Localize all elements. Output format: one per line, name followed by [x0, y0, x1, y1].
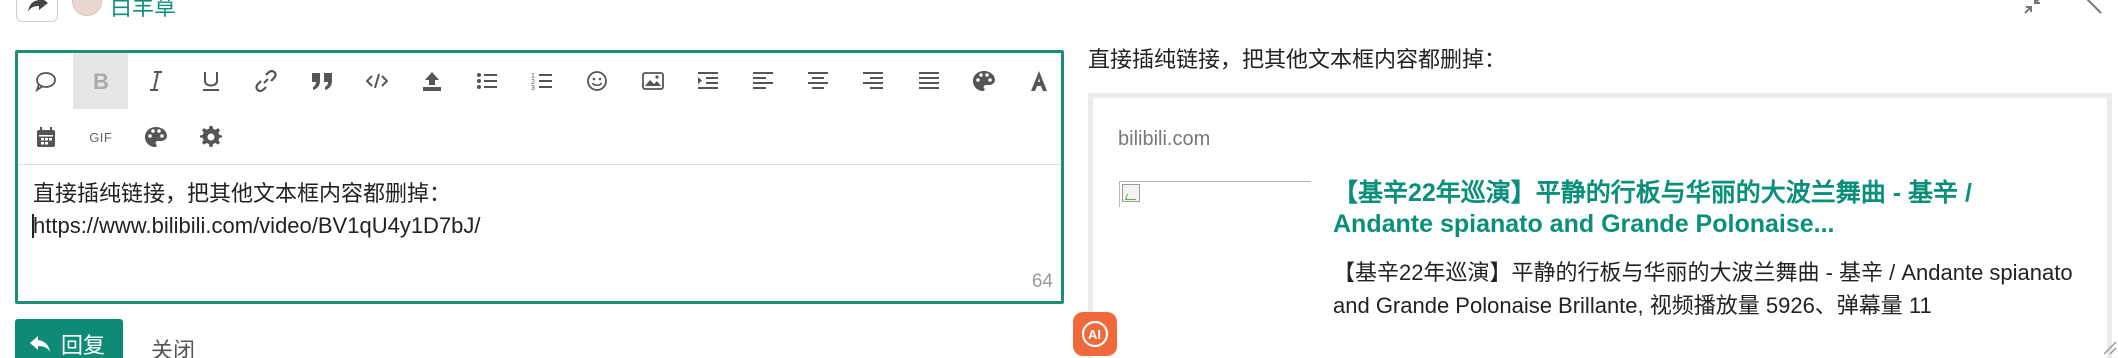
composer-header: 白羊草: [0, 0, 2118, 22]
collapse-icon[interactable]: [2022, 0, 2044, 16]
indent-icon: [697, 72, 718, 89]
theme-color-button[interactable]: [128, 109, 183, 165]
align-left-icon: [753, 72, 774, 89]
emoji-button[interactable]: [570, 53, 625, 109]
link-button[interactable]: [239, 53, 294, 109]
svg-text:AI: AI: [1088, 327, 1101, 342]
editor-toolbar: B 123 GIF: [18, 53, 1061, 165]
color-button[interactable]: [956, 53, 1011, 109]
character-count: 64: [1031, 271, 1053, 292]
italic-icon: [149, 71, 162, 91]
chat-bubble-icon: [34, 72, 56, 92]
align-right-icon: [863, 72, 884, 89]
svg-text:3: 3: [531, 85, 535, 91]
date-button[interactable]: [18, 109, 73, 165]
editor-textarea[interactable]: 直接插纯链接，把其他文本框内容都删掉： https://www.bilibili…: [32, 178, 1046, 242]
reply-button[interactable]: 回复: [15, 319, 123, 358]
bold-icon: B: [93, 70, 109, 92]
palette-icon: [972, 71, 995, 91]
broken-image-icon: [1122, 184, 1140, 202]
italic-button[interactable]: [128, 53, 183, 109]
bullet-list-icon: [477, 73, 498, 89]
code-icon: [365, 73, 388, 89]
align-center-button[interactable]: [791, 53, 846, 109]
text-caret: [32, 214, 34, 238]
palette-icon: [144, 127, 167, 147]
preview-paragraph: 直接插纯链接，把其他文本框内容都删掉：: [1088, 47, 1507, 72]
upload-icon: [422, 72, 441, 91]
bullet-list-button[interactable]: [460, 53, 515, 109]
reply-button-label: 回复: [61, 334, 106, 358]
reply-to-username[interactable]: 白羊草: [110, 0, 176, 22]
align-justify-icon: [918, 72, 939, 89]
close-button[interactable]: 关闭: [151, 333, 195, 358]
underline-icon: [203, 72, 220, 91]
font-icon: [1030, 71, 1047, 91]
code-button[interactable]: [349, 53, 404, 109]
quote-button[interactable]: [18, 53, 73, 109]
onebox-thumbnail: [1119, 181, 1311, 207]
link-onebox-preview: bilibili.com 【基辛22年巡演】平静的行板与华丽的大波兰舞曲 - 基…: [1088, 93, 2112, 358]
reply-arrow-icon: [30, 336, 50, 352]
numbered-list-button[interactable]: 123: [515, 53, 570, 109]
gear-icon: [200, 126, 223, 147]
settings-button[interactable]: [184, 109, 239, 165]
onebox-description: 【基辛22年巡演】平静的行板与华丽的大波兰舞曲 - 基辛 / Andante s…: [1333, 260, 2073, 318]
composer-editor: B 123 GIF 直接插纯链接，把其他文本框内容都删掉： https://ww…: [15, 50, 1064, 304]
editor-line-2: https://www.bilibili.com/video/BV1qU4y1D…: [33, 213, 481, 238]
reply-to-button[interactable]: [16, 0, 58, 22]
align-center-icon: [808, 72, 829, 89]
onebox-source[interactable]: bilibili.com: [1118, 128, 1210, 151]
align-left-button[interactable]: [735, 53, 790, 109]
gif-button[interactable]: GIF: [73, 109, 128, 165]
emoji-icon: [587, 71, 608, 91]
image-button[interactable]: [625, 53, 680, 109]
blockquote-icon: [311, 73, 332, 90]
share-reply-icon: [28, 0, 48, 12]
ai-assistant-button[interactable]: AI: [1073, 312, 1117, 356]
expand-icon[interactable]: [2082, 0, 2104, 16]
resize-handle-icon[interactable]: [2100, 340, 2118, 358]
svg-text:B: B: [93, 70, 109, 92]
underline-button[interactable]: [184, 53, 239, 109]
font-button[interactable]: [1011, 53, 1066, 109]
indent-button[interactable]: [680, 53, 735, 109]
numbered-list-icon: 123: [531, 73, 553, 91]
gif-icon: GIF: [89, 129, 113, 145]
bold-button[interactable]: B: [73, 53, 129, 109]
link-icon: [255, 70, 277, 92]
user-avatar: [72, 0, 102, 16]
align-justify-button[interactable]: [901, 53, 956, 109]
onebox-title[interactable]: 【基辛22年巡演】平静的行板与华丽的大波兰舞曲 - 基辛 / Andante s…: [1333, 178, 2073, 240]
blockquote-button[interactable]: [294, 53, 349, 109]
editor-line-1: 直接插纯链接，把其他文本框内容都删掉：: [33, 181, 452, 206]
calendar-icon: [36, 127, 55, 147]
align-right-button[interactable]: [846, 53, 901, 109]
image-icon: [641, 72, 664, 90]
upload-button[interactable]: [404, 53, 459, 109]
ai-icon: AI: [1081, 320, 1109, 348]
